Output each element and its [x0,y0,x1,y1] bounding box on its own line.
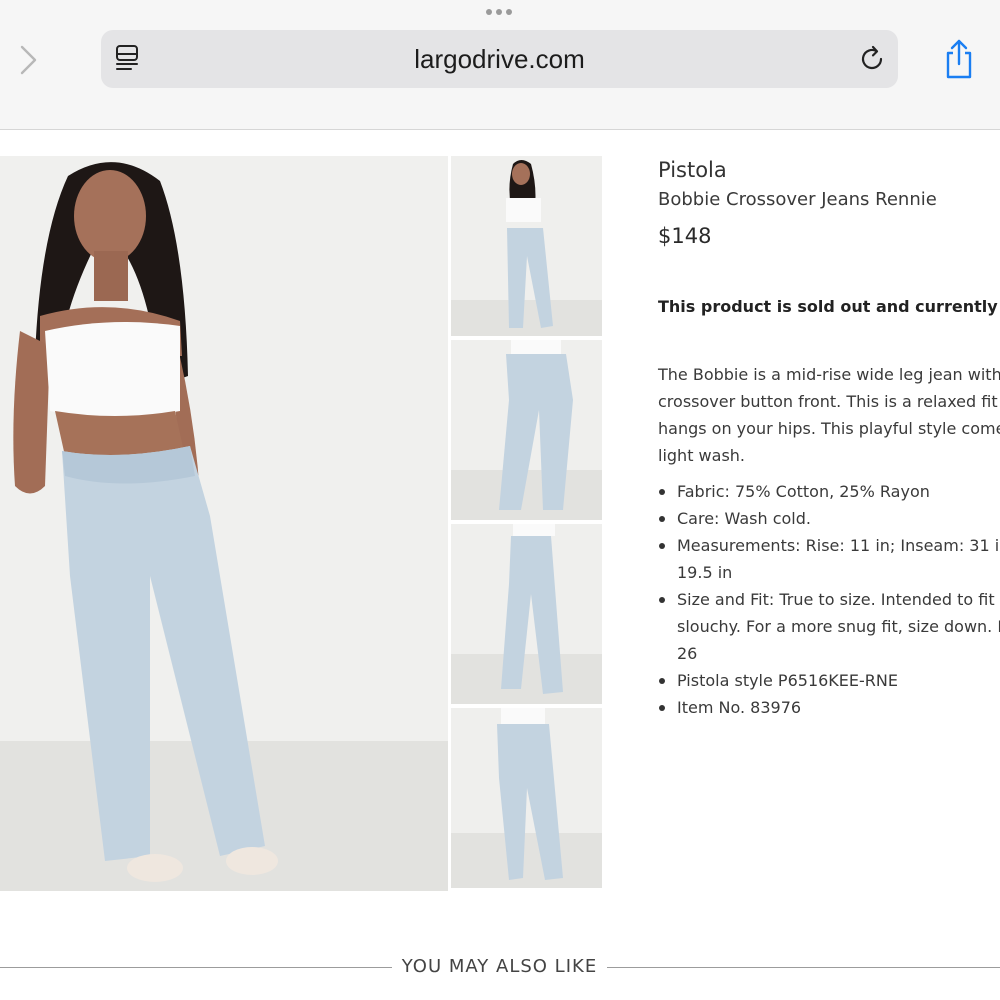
sold-out-notice: This product is sold out and currently n… [658,297,1000,316]
product-thumbnail-1[interactable] [451,156,602,336]
share-icon[interactable] [941,38,977,80]
recommendations-section: YOU MAY ALSO LIKE [0,955,1000,981]
model-figure [13,162,278,882]
divider [607,967,1000,968]
divider [0,967,392,968]
product-thumbnail-3[interactable] [451,524,602,704]
product-main-image[interactable] [0,156,448,891]
detail-line: Measurements: Rise: 11 in; Inseam: 31 in [677,536,1000,555]
detail-line: 19.5 in [677,563,733,582]
product-thumbnail-2[interactable] [451,340,602,520]
detail-style: Pistola style P6516KEE-RNE [658,667,1000,694]
product-details-list: Fabric: 75% Cotton, 25% Rayon Care: Wash… [658,478,1000,721]
detail-fabric: Fabric: 75% Cotton, 25% Rayon [658,478,1000,505]
product-description: The Bobbie is a mid-rise wide leg jean w… [658,361,1000,469]
detail-size-fit: Size and Fit: True to size. Intended to … [658,586,1000,667]
detail-line: Item No. 83976 [677,698,802,717]
detail-measurements: Measurements: Rise: 11 in; Inseam: 31 in… [658,532,1000,586]
description-line: light wash. [658,446,745,465]
product-name: Bobbie Crossover Jeans Rennie [658,189,937,210]
forward-button[interactable] [14,42,44,78]
detail-line: Size and Fit: True to size. Intended to … [677,590,1000,609]
url-text[interactable]: largodrive.com [101,44,898,75]
recommendations-heading: YOU MAY ALSO LIKE [401,956,598,977]
detail-care: Care: Wash cold. [658,505,1000,532]
product-price: $148 [658,224,712,248]
detail-line: Fabric: 75% Cotton, 25% Rayon [677,482,930,501]
reload-icon[interactable] [858,44,888,74]
description-line: The Bobbie is a mid-rise wide leg jean w… [658,365,1000,384]
address-bar[interactable]: largodrive.com [101,30,898,88]
chevron-right-icon [20,45,37,75]
description-line: crossover button front. This is a relaxe… [658,392,1000,411]
product-thumbnail-4[interactable] [451,708,602,888]
product-brand[interactable]: Pistola [658,158,727,182]
detail-line: Care: Wash cold. [677,509,811,528]
detail-item-number: Item No. 83976 [658,694,1000,721]
browser-toolbar: largodrive.com [0,0,1000,130]
detail-line: slouchy. For a more snug fit, size down.… [677,617,1000,636]
description-line: hangs on your hips. This playful style c… [658,419,1000,438]
detail-line: 26 [677,644,698,663]
window-grabber[interactable] [486,9,514,17]
detail-line: Pistola style P6516KEE-RNE [677,671,898,690]
